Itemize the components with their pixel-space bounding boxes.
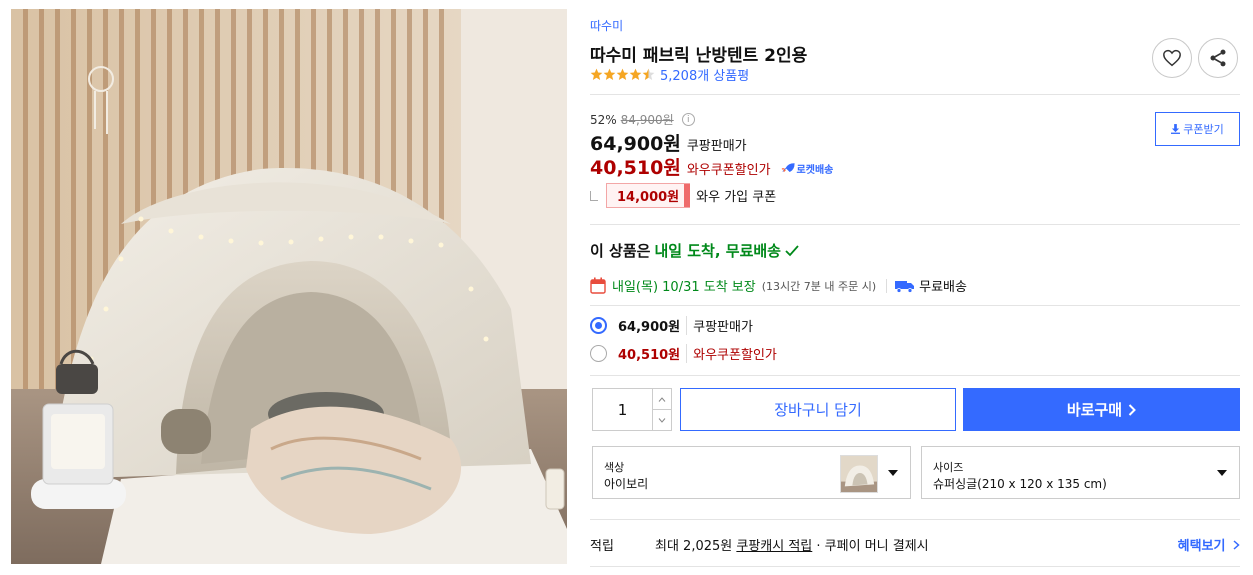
points-description: 최대 2,025원 쿠팡캐시 적립 · 쿠페이 머니 결제시 xyxy=(655,535,929,554)
coupon-button-label: 쿠폰받기 xyxy=(1183,123,1224,136)
caret-down-icon xyxy=(1217,470,1227,476)
option-price: 40,510원 xyxy=(618,348,681,363)
rating-row[interactable]: 5,208개 상품평 xyxy=(590,65,749,84)
discount-row: 52% 84,900원 i xyxy=(590,111,695,128)
radio-selected[interactable] xyxy=(590,317,607,334)
arrival-prefix: 이 상품은 xyxy=(590,242,651,260)
color-select[interactable]: 색상 아이보리 xyxy=(592,446,911,499)
divider xyxy=(590,224,1240,225)
quantity-buttons xyxy=(652,389,671,430)
truck-icon xyxy=(895,280,915,293)
quantity-decrease-button[interactable] xyxy=(653,409,671,430)
sale-price-label: 쿠팡판매가 xyxy=(686,139,747,154)
option-price: 64,900원 xyxy=(618,320,681,335)
wow-price-label: 와우쿠폰할인가 xyxy=(686,163,771,178)
caret-down-icon xyxy=(888,470,898,476)
arrival-headline: 이 상품은 내일 도착, 무료배송 xyxy=(590,240,799,261)
divider xyxy=(590,94,1240,95)
chevron-right-icon xyxy=(1128,403,1137,416)
info-icon[interactable]: i xyxy=(681,113,695,126)
buy-now-button[interactable]: 바로구매 xyxy=(963,388,1240,431)
points-condition: · 쿠페이 머니 결제시 xyxy=(816,539,929,554)
divider xyxy=(590,519,1240,520)
free-shipping-label: 무료배송 xyxy=(919,280,967,295)
heart-icon xyxy=(1163,49,1181,67)
size-select-value: 슈퍼싱글(210 x 120 x 135 cm) xyxy=(933,477,1107,491)
quantity-stepper[interactable] xyxy=(592,388,672,431)
add-to-cart-button[interactable]: 장바구니 담기 xyxy=(680,388,956,431)
tree-corner-icon xyxy=(590,190,598,201)
divider xyxy=(590,566,1240,567)
chevron-right-icon xyxy=(1233,540,1240,550)
points-title: 적립 xyxy=(590,539,614,554)
coupang-cash-link[interactable]: 쿠팡캐시 적립 xyxy=(736,539,812,554)
star-icon xyxy=(629,68,642,80)
product-title: 따수미 패브릭 난방텐트 2인용 xyxy=(590,46,808,66)
divider xyxy=(886,278,888,293)
benefit-view-label: 혜택보기 xyxy=(1177,539,1226,554)
rating-stars xyxy=(590,68,655,81)
chevron-down-icon xyxy=(658,417,666,423)
wow-coupon-row: 14,000원 와우 가입 쿠폰 xyxy=(590,183,776,208)
delivery-row: 내일(목) 10/31 도착 보장 (13시간 7분 내 주문 시) 무료배송 xyxy=(590,276,967,295)
arrival-date: 내일(목) 10/31 도착 보장 xyxy=(612,280,756,295)
download-icon xyxy=(1171,124,1181,134)
coupon-download-button[interactable]: 쿠폰받기 xyxy=(1155,112,1240,146)
product-info-panel: 따수미 따수미 패브릭 난방텐트 2인용 5,208개 상품평 52% 84,9 xyxy=(590,0,1240,575)
wow-coupon-tag: 14,000원 xyxy=(606,183,691,208)
option-label: 쿠팡판매가 xyxy=(686,316,753,335)
review-count-link[interactable]: 5,208개 상품평 xyxy=(660,65,749,84)
wow-price-row: 40,510원 와우쿠폰할인가 로켓배송 xyxy=(590,153,833,180)
calendar-icon xyxy=(590,277,606,294)
rocket-icon xyxy=(781,163,795,173)
star-icon xyxy=(590,68,603,80)
order-deadline: (13시간 7분 내 주문 시) xyxy=(761,279,877,293)
rocket-delivery-badge: 로켓배송 xyxy=(781,161,834,176)
wow-coupon-label: 와우 가입 쿠폰 xyxy=(696,190,777,205)
share-button[interactable] xyxy=(1198,38,1238,78)
price-option-wow[interactable]: 40,510원 와우쿠폰할인가 xyxy=(590,344,777,363)
price-option-sale[interactable]: 64,900원 쿠팡판매가 xyxy=(590,316,753,335)
brand-link[interactable]: 따수미 xyxy=(590,17,623,34)
divider xyxy=(590,305,1240,306)
color-thumbnail xyxy=(840,455,878,493)
benefit-view-link[interactable]: 혜택보기 xyxy=(1178,535,1240,554)
star-icon xyxy=(603,68,616,80)
buy-now-label: 바로구매 xyxy=(1066,401,1123,419)
chevron-up-icon xyxy=(658,396,666,402)
star-half-icon xyxy=(642,68,655,80)
color-select-label: 색상 xyxy=(604,461,625,474)
option-label: 와우쿠폰할인가 xyxy=(686,344,777,363)
points-amount: 최대 2,025원 xyxy=(655,539,733,554)
divider xyxy=(590,375,1240,376)
product-image xyxy=(11,9,567,564)
original-price: 84,900원 xyxy=(620,113,674,127)
sale-price: 64,900원 xyxy=(590,133,681,155)
rocket-label: 로켓배송 xyxy=(796,164,834,176)
size-select[interactable]: 사이즈 슈퍼싱글(210 x 120 x 135 cm) xyxy=(921,446,1240,499)
arrival-highlight: 내일 도착, 무료배송 xyxy=(654,242,781,260)
discount-rate: 52% xyxy=(590,112,617,127)
quantity-increase-button[interactable] xyxy=(653,389,671,409)
sale-price-row: 64,900원 쿠팡판매가 xyxy=(590,129,747,156)
radio-unselected[interactable] xyxy=(590,345,607,362)
color-select-value: 아이보리 xyxy=(604,477,649,491)
check-icon xyxy=(785,244,799,256)
points-row: 적립 최대 2,025원 쿠팡캐시 적립 · 쿠페이 머니 결제시 혜택보기 xyxy=(590,535,1240,554)
size-select-label: 사이즈 xyxy=(933,461,964,474)
star-icon xyxy=(616,68,629,80)
wow-price: 40,510원 xyxy=(590,157,681,179)
share-icon xyxy=(1210,49,1226,67)
quantity-input[interactable] xyxy=(593,389,652,430)
wishlist-button[interactable] xyxy=(1152,38,1192,78)
